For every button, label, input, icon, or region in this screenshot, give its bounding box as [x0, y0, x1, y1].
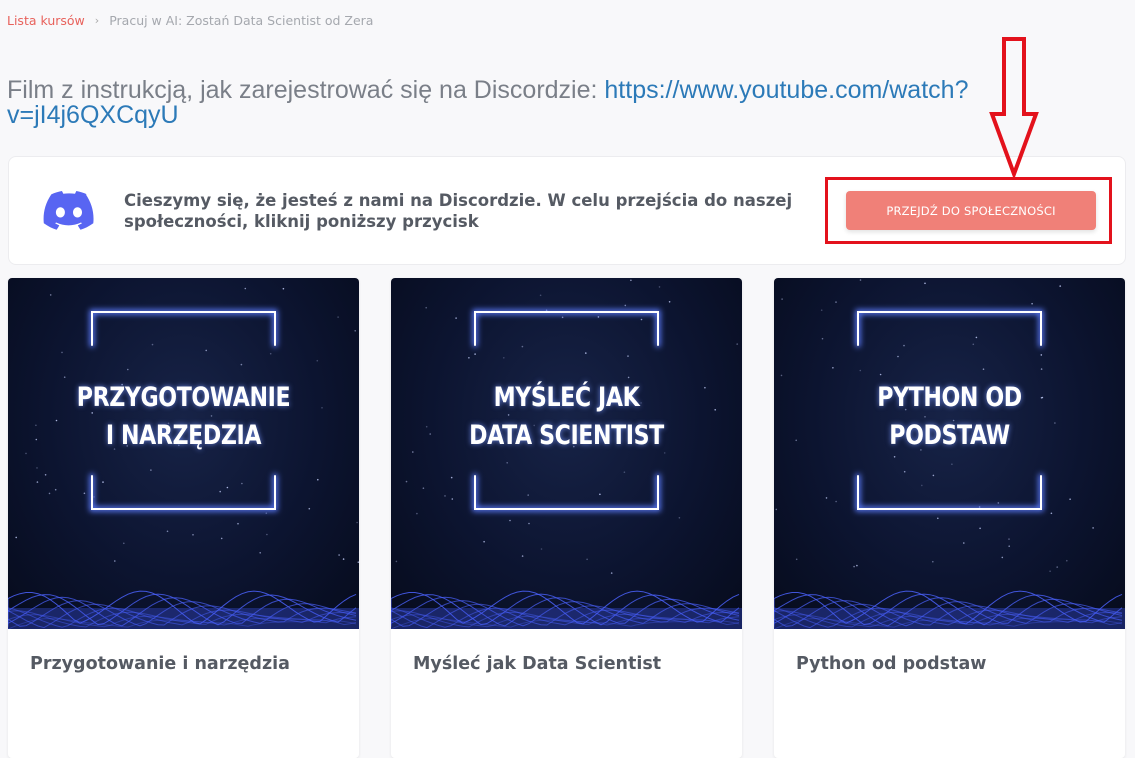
discord-icon: [43, 191, 94, 230]
course-card[interactable]: PRZYGOTOWANIE I NARZĘDZIA Przygotowanie i…: [8, 278, 359, 758]
course-title[interactable]: Przygotowanie i narzędzia: [30, 654, 290, 674]
course-title[interactable]: Myśleć jak Data Scientist: [413, 654, 661, 674]
breadcrumb-current: Pracuj w AI: Zostań Data Scientist od Ze…: [109, 13, 374, 28]
course-thumbnail[interactable]: MYŚLEĆ JAK DATA SCIENTIST: [391, 278, 742, 629]
course-thumbnail-text: MYŚLEĆ JAK DATA SCIENTIST: [469, 382, 664, 451]
chevron-right-icon: ›: [94, 14, 100, 27]
discord-instructions: Film z instrukcją, jak zarejestrować się…: [7, 78, 1007, 128]
course-title[interactable]: Python od podstaw: [796, 654, 986, 674]
discord-message: Cieszymy się, że jesteś z nami na Discor…: [124, 191, 793, 231]
course-card[interactable]: PYTHON OD PODSTAW Python od podstaw: [774, 278, 1125, 758]
instructions-text: Film z instrukcją, jak zarejestrować się…: [7, 76, 605, 104]
course-card[interactable]: MYŚLEĆ JAK DATA SCIENTIST Myśleć jak Data…: [391, 278, 742, 758]
annotation-arrow-icon: [989, 37, 1039, 178]
breadcrumb-course-list-link[interactable]: Lista kursów: [7, 13, 85, 28]
course-thumbnail[interactable]: PRZYGOTOWANIE I NARZĘDZIA: [8, 278, 359, 629]
course-thumbnail-text: PRZYGOTOWANIE I NARZĘDZIA: [76, 382, 291, 451]
join-community-button[interactable]: PRZEJDŹ DO SPOŁECZNOŚCI: [846, 191, 1096, 230]
breadcrumb: Lista kursów › Pracuj w AI: Zostań Data …: [7, 13, 373, 28]
course-thumbnail[interactable]: PYTHON OD PODSTAW: [774, 278, 1125, 629]
course-thumbnail-text: PYTHON OD PODSTAW: [877, 382, 1022, 451]
